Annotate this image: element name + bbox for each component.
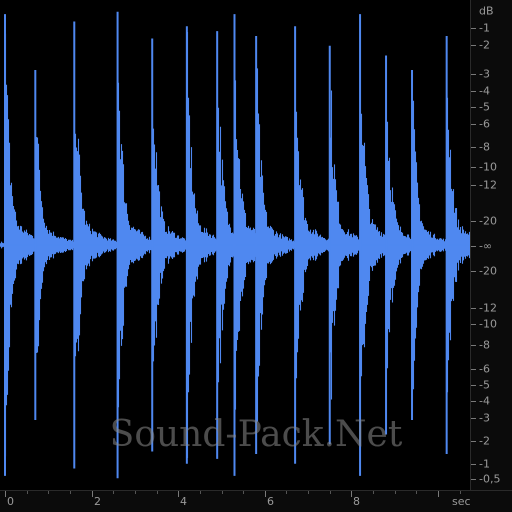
db-tick bbox=[471, 271, 476, 272]
time-tick bbox=[27, 491, 28, 494]
time-tick bbox=[200, 491, 201, 494]
db-scale-label: -20 bbox=[479, 264, 497, 278]
db-scale-label: -4 bbox=[479, 394, 490, 408]
db-tick bbox=[471, 401, 476, 402]
time-label: 0 bbox=[7, 495, 14, 508]
time-label: 4 bbox=[180, 495, 187, 508]
audio-editor-view: dB -1 -2 -3 -4 -5 -6 -8 -10 -12 -20 -∞ -20 -12 -10 -8-… bbox=[0, 0, 512, 512]
time-tick bbox=[395, 491, 396, 494]
time-tick bbox=[265, 491, 266, 497]
time-tick bbox=[48, 491, 49, 494]
db-scale-label: -8 bbox=[479, 338, 490, 352]
db-scale-label: -∞ bbox=[479, 239, 493, 253]
db-tick bbox=[471, 324, 476, 325]
time-tick bbox=[308, 491, 309, 494]
time-tick bbox=[178, 491, 179, 497]
time-tick bbox=[5, 491, 6, 497]
db-unit-label: dB bbox=[479, 4, 494, 18]
db-scale-label: -6 bbox=[479, 362, 490, 376]
time-tick bbox=[330, 491, 331, 494]
time-tick bbox=[438, 491, 439, 497]
db-tick bbox=[471, 385, 476, 386]
db-tick bbox=[471, 124, 476, 125]
db-scale-label: -6 bbox=[479, 117, 490, 131]
watermark-text: Sound-Pack.Net bbox=[109, 414, 403, 455]
db-tick bbox=[471, 91, 476, 92]
time-tick bbox=[373, 491, 374, 494]
time-label: 2 bbox=[94, 495, 101, 508]
db-scale-label: -12 bbox=[479, 301, 497, 315]
db-tick bbox=[471, 28, 476, 29]
db-scale-label: -8 bbox=[479, 140, 490, 154]
time-tick bbox=[70, 491, 71, 494]
time-tick bbox=[286, 491, 287, 494]
time-unit-label: sec bbox=[452, 495, 471, 508]
time-tick bbox=[157, 491, 158, 494]
time-tick bbox=[243, 491, 244, 494]
db-tick bbox=[471, 185, 476, 186]
db-tick bbox=[471, 167, 476, 168]
db-tick bbox=[471, 464, 476, 465]
db-scale-label: -4 bbox=[479, 84, 490, 98]
db-scale-label: -20 bbox=[479, 214, 497, 228]
time-label: 6 bbox=[267, 495, 274, 508]
db-tick bbox=[471, 345, 476, 346]
db-tick bbox=[471, 246, 476, 247]
db-tick bbox=[471, 369, 476, 370]
db-tick bbox=[471, 147, 476, 148]
db-tick bbox=[471, 107, 476, 108]
time-tick bbox=[416, 491, 417, 494]
db-scale-label: -2 bbox=[479, 38, 490, 52]
db-tick bbox=[471, 74, 476, 75]
time-ruler[interactable]: sec 0 2 4 6 8 bbox=[0, 490, 512, 512]
time-tick bbox=[92, 491, 93, 497]
db-scale-label: -1 bbox=[479, 21, 490, 35]
time-tick bbox=[135, 491, 136, 494]
db-scale-label: -5 bbox=[479, 378, 490, 392]
db-scale-label: -0,5 bbox=[479, 472, 501, 486]
time-tick bbox=[222, 491, 223, 494]
time-tick bbox=[351, 491, 352, 497]
db-scale-label: -1 bbox=[479, 457, 490, 471]
time-tick bbox=[113, 491, 114, 494]
time-label: 8 bbox=[353, 495, 360, 508]
db-tick bbox=[471, 479, 476, 480]
time-tick bbox=[460, 491, 461, 494]
db-scale-label: -3 bbox=[479, 67, 490, 81]
db-tick bbox=[471, 221, 476, 222]
db-tick bbox=[471, 45, 476, 46]
db-scale-label: -10 bbox=[479, 160, 497, 174]
db-scale-label: -12 bbox=[479, 178, 497, 192]
db-scale-label: -5 bbox=[479, 100, 490, 114]
db-tick bbox=[471, 308, 476, 309]
db-scale-label: -10 bbox=[479, 317, 497, 331]
